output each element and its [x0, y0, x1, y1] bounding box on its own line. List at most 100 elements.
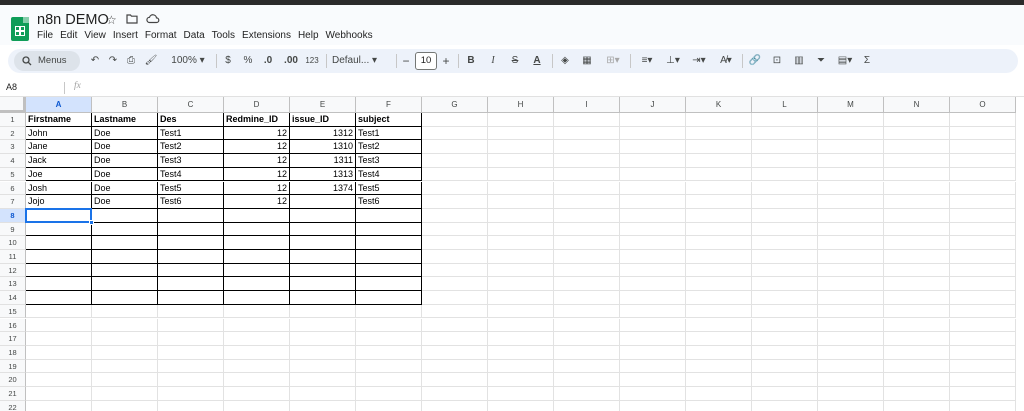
cell-m12[interactable]	[818, 263, 884, 278]
cell-k15[interactable]	[686, 304, 752, 319]
cell-f11[interactable]	[356, 250, 422, 264]
cell-k17[interactable]	[686, 332, 752, 346]
cell-f12[interactable]	[356, 263, 422, 278]
cell-k16[interactable]	[686, 318, 752, 333]
cell-m18[interactable]	[818, 345, 884, 360]
cell-l16[interactable]	[752, 318, 818, 333]
cell-j2[interactable]	[620, 126, 686, 141]
header-cell-f1[interactable]: subject	[356, 113, 422, 127]
cell-o16[interactable]	[950, 318, 1016, 333]
cell-h5[interactable]	[488, 167, 554, 182]
cell-c16[interactable]	[158, 318, 224, 333]
cell-e20[interactable]	[290, 373, 356, 387]
insert-chart-icon[interactable]: ▥	[792, 49, 806, 73]
cell-c18[interactable]	[158, 345, 224, 360]
cell-h3[interactable]	[488, 140, 554, 155]
cell-e12[interactable]	[290, 263, 356, 278]
cell-o6[interactable]	[950, 181, 1016, 196]
cell-i3[interactable]	[554, 140, 620, 155]
cell-i21[interactable]	[554, 387, 620, 401]
row-header-18[interactable]: 18	[0, 345, 26, 360]
cell-n19[interactable]	[884, 359, 950, 374]
header-cell-e1[interactable]: issue_ID	[290, 113, 356, 127]
cell-i22[interactable]	[554, 400, 620, 411]
cell-k21[interactable]	[686, 387, 752, 401]
data-cell-d6[interactable]: 12	[224, 181, 290, 196]
cell-b19[interactable]	[92, 359, 158, 374]
cell-f19[interactable]	[356, 359, 422, 374]
cell-n11[interactable]	[884, 250, 950, 264]
menu-extensions[interactable]: Extensions	[242, 30, 291, 41]
cell-l22[interactable]	[752, 400, 818, 411]
row-header-7[interactable]: 7	[0, 195, 26, 209]
row-header-6[interactable]: 6	[0, 181, 26, 196]
cell-c19[interactable]	[158, 359, 224, 374]
borders-icon[interactable]: ▦	[580, 49, 594, 73]
cell-i11[interactable]	[554, 250, 620, 264]
data-cell-e5[interactable]: 1313	[290, 167, 356, 182]
cell-j18[interactable]	[620, 345, 686, 360]
cell-l15[interactable]	[752, 304, 818, 319]
data-cell-e6[interactable]: 1374	[290, 181, 356, 196]
cell-i16[interactable]	[554, 318, 620, 333]
cell-j16[interactable]	[620, 318, 686, 333]
cell-a20[interactable]	[26, 373, 92, 387]
cell-e22[interactable]	[290, 400, 356, 411]
cell-o13[interactable]	[950, 277, 1016, 292]
cell-g22[interactable]	[422, 400, 488, 411]
cell-i5[interactable]	[554, 167, 620, 182]
cell-k13[interactable]	[686, 277, 752, 292]
cell-k18[interactable]	[686, 345, 752, 360]
column-header-d[interactable]: D	[224, 97, 290, 113]
cell-i17[interactable]	[554, 332, 620, 346]
cell-i9[interactable]	[554, 222, 620, 237]
cell-d14[interactable]	[224, 291, 290, 305]
menus-search-button[interactable]: Menus	[14, 51, 80, 71]
data-cell-a2[interactable]: John	[26, 126, 92, 141]
row-header-21[interactable]: 21	[0, 387, 26, 401]
data-cell-d3[interactable]: 12	[224, 140, 290, 155]
cell-n12[interactable]	[884, 263, 950, 278]
data-cell-b4[interactable]: Doe	[92, 154, 158, 168]
cell-d20[interactable]	[224, 373, 290, 387]
cell-k9[interactable]	[686, 222, 752, 237]
data-cell-a6[interactable]: Josh	[26, 181, 92, 196]
font-size-input[interactable]: 10	[415, 52, 437, 70]
cell-j12[interactable]	[620, 263, 686, 278]
cell-b17[interactable]	[92, 332, 158, 346]
row-header-1[interactable]: 1	[0, 113, 26, 127]
data-cell-c7[interactable]: Test6	[158, 195, 224, 209]
cell-e14[interactable]	[290, 291, 356, 305]
data-cell-b5[interactable]: Doe	[92, 167, 158, 182]
cell-i10[interactable]	[554, 236, 620, 250]
row-header-9[interactable]: 9	[0, 222, 26, 237]
fill-handle[interactable]	[89, 219, 94, 225]
text-wrapping-icon[interactable]: ⇥▾	[688, 49, 710, 73]
cell-h7[interactable]	[488, 195, 554, 209]
cell-n1[interactable]	[884, 113, 950, 127]
font-size-increase-button[interactable]: +	[440, 49, 452, 73]
increase-decimal-button[interactable]: .00	[282, 49, 300, 73]
document-title[interactable]: n8n DEMO	[37, 12, 109, 28]
cell-h10[interactable]	[488, 236, 554, 250]
cell-a14[interactable]	[26, 291, 92, 305]
cell-i12[interactable]	[554, 263, 620, 278]
cell-o20[interactable]	[950, 373, 1016, 387]
cell-f13[interactable]	[356, 277, 422, 292]
menu-data[interactable]: Data	[184, 30, 205, 41]
font-size-decrease-button[interactable]: −	[400, 49, 412, 73]
cell-i1[interactable]	[554, 113, 620, 127]
cell-i14[interactable]	[554, 291, 620, 305]
cell-d9[interactable]	[224, 222, 290, 237]
cell-l7[interactable]	[752, 195, 818, 209]
row-header-22[interactable]: 22	[0, 400, 26, 411]
cell-h22[interactable]	[488, 400, 554, 411]
cell-o7[interactable]	[950, 195, 1016, 209]
column-header-h[interactable]: H	[488, 97, 554, 113]
column-header-a[interactable]: A	[26, 97, 92, 113]
cell-g2[interactable]	[422, 126, 488, 141]
cell-g8[interactable]	[422, 208, 488, 223]
cell-n9[interactable]	[884, 222, 950, 237]
cell-l5[interactable]	[752, 167, 818, 182]
cell-o19[interactable]	[950, 359, 1016, 374]
